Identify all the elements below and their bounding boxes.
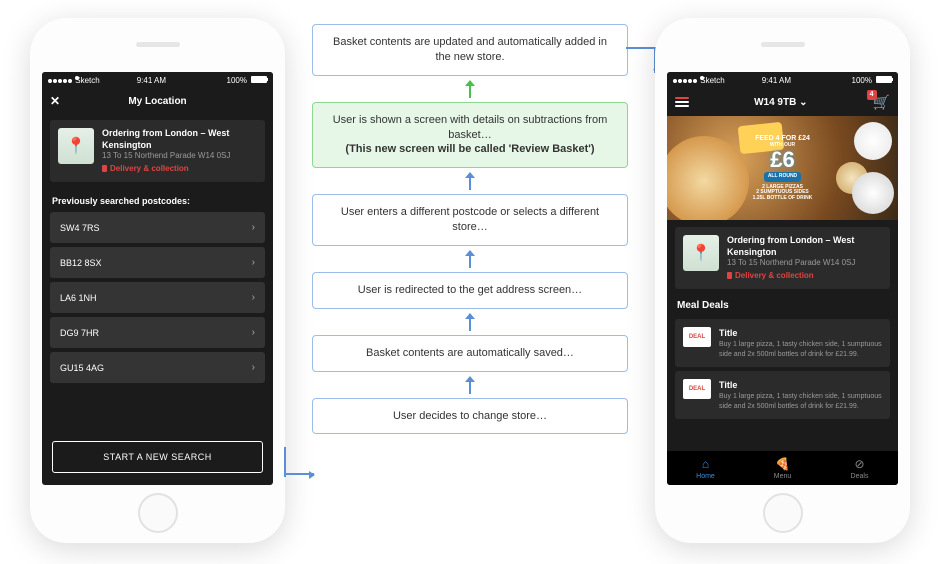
- menu-icon[interactable]: [675, 97, 689, 107]
- tab-bar: ⌂Home 🍕Menu ⊘Deals: [667, 451, 898, 485]
- header-title[interactable]: W14 9TB ⌄: [754, 97, 807, 108]
- deal-badge: DEAL: [683, 327, 711, 347]
- titlebar: ✕ My Location: [42, 88, 273, 114]
- deal-desc: Buy 1 large pizza, 1 tasty chicken side,…: [719, 341, 882, 357]
- store-info: Ordering from London – West Kensington 1…: [102, 128, 257, 174]
- flow-step: User decides to change store…: [312, 398, 628, 435]
- flow-step: Basket contents are automatically saved…: [312, 335, 628, 372]
- plate-image: [852, 172, 894, 214]
- connector-right: [626, 47, 656, 49]
- deal-title: Title: [719, 379, 882, 391]
- status-right: 100%: [848, 76, 892, 85]
- chevron-right-icon: ›: [252, 257, 255, 268]
- store-info: Ordering from London – West Kensington 1…: [727, 235, 882, 281]
- postcode-row[interactable]: SW4 7RS›: [50, 212, 265, 243]
- postcode-row[interactable]: GU15 4AG›: [50, 352, 265, 383]
- signal-dots: Sketch: [673, 76, 705, 85]
- signal-dots: Sketch: [48, 76, 80, 85]
- status-bar: Sketch 9:41 AM 100%: [42, 72, 273, 88]
- store-tag: Delivery & collection: [727, 271, 882, 281]
- tab-deals[interactable]: ⊘Deals: [821, 451, 898, 485]
- arrow-up-icon: [469, 80, 471, 98]
- status-right: 100%: [223, 76, 267, 85]
- pizza-icon: 🍕: [775, 457, 790, 471]
- close-icon[interactable]: ✕: [50, 94, 60, 108]
- chevron-right-icon: ›: [252, 362, 255, 373]
- deal-title: Title: [719, 327, 882, 339]
- chevron-down-icon: ⌄: [799, 97, 807, 108]
- status-bar: Sketch 9:41 AM 100%: [667, 72, 898, 88]
- phone-left: Sketch 9:41 AM 100% ✕ My Location 📍 Orde…: [30, 18, 285, 543]
- postcode-row[interactable]: BB12 8SX›: [50, 247, 265, 278]
- tab-menu[interactable]: 🍕Menu: [744, 451, 821, 485]
- flow-diagram: Basket contents are updated and automati…: [312, 24, 628, 434]
- arrow-up-icon: [469, 250, 471, 268]
- arrow-up-icon: [469, 172, 471, 190]
- phone-speaker: [136, 42, 180, 47]
- deal-desc: Buy 1 large pizza, 1 tasty chicken side,…: [719, 393, 882, 409]
- previous-postcodes-label: Previously searched postcodes:: [42, 188, 273, 212]
- flow-step: Basket contents are updated and automati…: [312, 24, 628, 76]
- status-time: 9:41 AM: [137, 76, 166, 85]
- home-button[interactable]: [763, 493, 803, 533]
- flow-step: User is redirected to the get address sc…: [312, 272, 628, 309]
- page-title: My Location: [128, 96, 186, 107]
- store-address: 13 To 15 Northend Parade W14 0SJ: [102, 151, 257, 161]
- chevron-right-icon: ›: [252, 327, 255, 338]
- status-time: 9:41 AM: [762, 76, 791, 85]
- screen-left: Sketch 9:41 AM 100% ✕ My Location 📍 Orde…: [42, 72, 273, 485]
- flow-step-highlight: User is shown a screen with details on s…: [312, 102, 628, 169]
- map-pin-icon: 📍: [683, 235, 719, 271]
- chevron-right-icon: ›: [252, 292, 255, 303]
- map-pin-icon: 📍: [58, 128, 94, 164]
- header-bar: W14 9TB ⌄ 🛒4: [667, 88, 898, 116]
- tag-icon: ⊘: [854, 457, 864, 471]
- promo-text: FEED 4 FOR £24 WITH OUR £6 ALL ROUND 2 L…: [753, 135, 813, 201]
- store-name: Ordering from London – West Kensington: [102, 128, 257, 151]
- store-tag: Delivery & collection: [102, 164, 257, 174]
- postcode-row[interactable]: LA6 1NH›: [50, 282, 265, 313]
- home-icon: ⌂: [702, 457, 709, 471]
- start-new-search-button[interactable]: START A NEW SEARCH: [52, 441, 263, 473]
- phone-right: Sketch 9:41 AM 100% W14 9TB ⌄ 🛒4 FEED 4 …: [655, 18, 910, 543]
- chevron-right-icon: ›: [252, 222, 255, 233]
- store-address: 13 To 15 Northend Parade W14 0SJ: [727, 258, 882, 268]
- store-name: Ordering from London – West Kensington: [727, 235, 882, 258]
- phone-speaker: [761, 42, 805, 47]
- tab-home[interactable]: ⌂Home: [667, 451, 744, 485]
- cart-badge: 4: [867, 90, 877, 100]
- deal-card[interactable]: DEAL Title Buy 1 large pizza, 1 tasty chi…: [675, 319, 890, 367]
- pizza-image: [667, 136, 749, 220]
- connector-left: [284, 473, 314, 475]
- current-store-card[interactable]: 📍 Ordering from London – West Kensington…: [50, 120, 265, 182]
- deal-badge: DEAL: [683, 379, 711, 399]
- battery-icon: [876, 76, 892, 83]
- deal-card[interactable]: DEAL Title Buy 1 large pizza, 1 tasty chi…: [675, 371, 890, 419]
- current-store-card[interactable]: 📍 Ordering from London – West Kensington…: [675, 227, 890, 289]
- screen-right: Sketch 9:41 AM 100% W14 9TB ⌄ 🛒4 FEED 4 …: [667, 72, 898, 485]
- battery-icon: [251, 76, 267, 83]
- arrow-up-icon: [469, 376, 471, 394]
- arrow-up-icon: [469, 313, 471, 331]
- plate-image: [854, 122, 892, 160]
- cart-icon[interactable]: 🛒4: [873, 94, 890, 111]
- postcode-row[interactable]: DG9 7HR›: [50, 317, 265, 348]
- section-meal-deals: Meal Deals: [667, 296, 898, 315]
- flow-step: User enters a different postcode or sele…: [312, 194, 628, 246]
- promo-banner[interactable]: FEED 4 FOR £24 WITH OUR £6 ALL ROUND 2 L…: [667, 116, 898, 220]
- home-button[interactable]: [138, 493, 178, 533]
